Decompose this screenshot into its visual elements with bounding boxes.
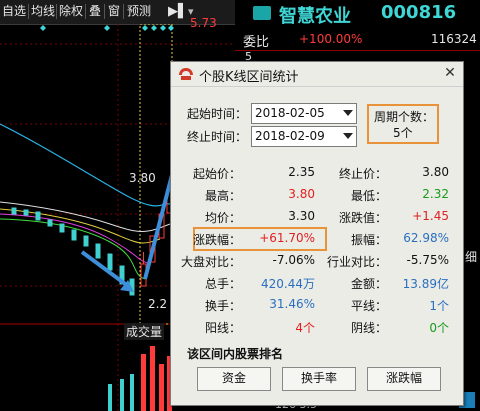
detail-tab[interactable]: 细: [465, 248, 477, 265]
stat-label: 涨跌幅：: [192, 233, 241, 247]
stat-value: +1.45: [412, 209, 449, 223]
price-level-low: 2.2: [148, 297, 168, 311]
stat-value: 62.98%: [403, 231, 449, 245]
stat-label: 起始价：: [192, 167, 241, 181]
order-diff-value: 116324: [431, 32, 477, 46]
toolbar-item-forecast[interactable]: 预测: [127, 3, 151, 20]
order-ratio-value: +100.00%: [299, 32, 363, 46]
start-time-label: 起始时间：: [187, 107, 248, 121]
start-date-select[interactable]: 2018-02-05: [251, 103, 357, 124]
stat-value: 2.32: [422, 187, 449, 201]
price-tag: 5.73: [190, 16, 217, 30]
toolbar-divider: [85, 4, 86, 19]
volume-label: 成交量: [124, 323, 165, 340]
interval-stats-dialog: 个股K线区间统计 ✕ 起始时间： 2018-02-05 终止时间： 2018-0…: [170, 61, 464, 406]
stock-badge-icon[interactable]: [253, 6, 271, 20]
stat-value: 420.44万: [261, 277, 315, 291]
stat-value: 3.80: [422, 165, 449, 179]
stock-code: 000816: [381, 2, 457, 23]
dialog-title: 个股K线区间统计: [199, 70, 299, 85]
toolbar-divider: [56, 4, 57, 19]
stat-value: -7.06%: [272, 253, 315, 267]
period-count-value: 5个: [393, 126, 413, 140]
expand-panel-icon[interactable]: ▶▌: [168, 3, 188, 20]
stat-label: 均价：: [204, 211, 241, 225]
stock-name: 智慧农业: [279, 6, 351, 27]
toolbar-divider: [104, 4, 105, 19]
chevron-down-icon: [343, 133, 353, 139]
stat-value: 3.30: [288, 209, 315, 223]
toolbar-divider: [123, 4, 124, 19]
stat-value: 0个: [429, 321, 449, 335]
toolbar-item-watchlist[interactable]: 自选: [2, 3, 26, 20]
rank-by-change-button[interactable]: 涨跌幅: [367, 367, 441, 391]
stat-label: 换手：: [204, 299, 241, 313]
rank-by-turnover-button[interactable]: 换手率: [282, 367, 356, 391]
end-time-label: 终止时间：: [187, 130, 248, 144]
toolbar-item-ma[interactable]: 均线: [31, 3, 55, 20]
chevron-down-icon: [343, 110, 353, 116]
start-date-value: 2018-02-05: [255, 106, 325, 120]
end-date-select[interactable]: 2018-02-09: [251, 126, 357, 147]
toolbar-item-overlay[interactable]: 叠: [89, 3, 101, 20]
order-ratio-label: 委比: [243, 35, 270, 50]
dialog-titlebar[interactable]: 个股K线区间统计 ✕: [171, 62, 463, 87]
stat-label: 总手：: [204, 277, 241, 291]
toolbar-item-window[interactable]: 窗: [108, 3, 120, 20]
stat-value: 2.35: [288, 165, 315, 179]
stat-label: 大盘对比：: [181, 255, 242, 269]
rank-title: 该区间内股票排名: [187, 347, 284, 361]
rank-by-fund-button[interactable]: 资金: [197, 367, 271, 391]
toolbar-divider: [28, 4, 29, 19]
end-date-value: 2018-02-09: [255, 129, 325, 143]
stat-value: 31.46%: [269, 297, 315, 311]
toolbar-item-exright[interactable]: 除权: [59, 3, 83, 20]
stat-value: -5.75%: [406, 253, 449, 267]
app-logo-icon: [179, 68, 193, 80]
stat-value: 3.80: [288, 187, 315, 201]
stat-value: 4个: [295, 321, 315, 335]
stat-value: 1个: [429, 299, 449, 313]
period-count-label: 周期个数：: [374, 110, 435, 124]
close-icon[interactable]: ✕: [441, 65, 459, 83]
stat-value: 13.89亿: [402, 277, 449, 291]
quote-row-order-ratio: 委比 +100.00% 116324: [235, 28, 480, 51]
stat-label: 阳线：: [204, 321, 241, 335]
stat-label: 最高：: [204, 189, 241, 203]
stat-value: +61.70%: [259, 231, 315, 245]
price-level-high: 3.80: [129, 171, 156, 185]
